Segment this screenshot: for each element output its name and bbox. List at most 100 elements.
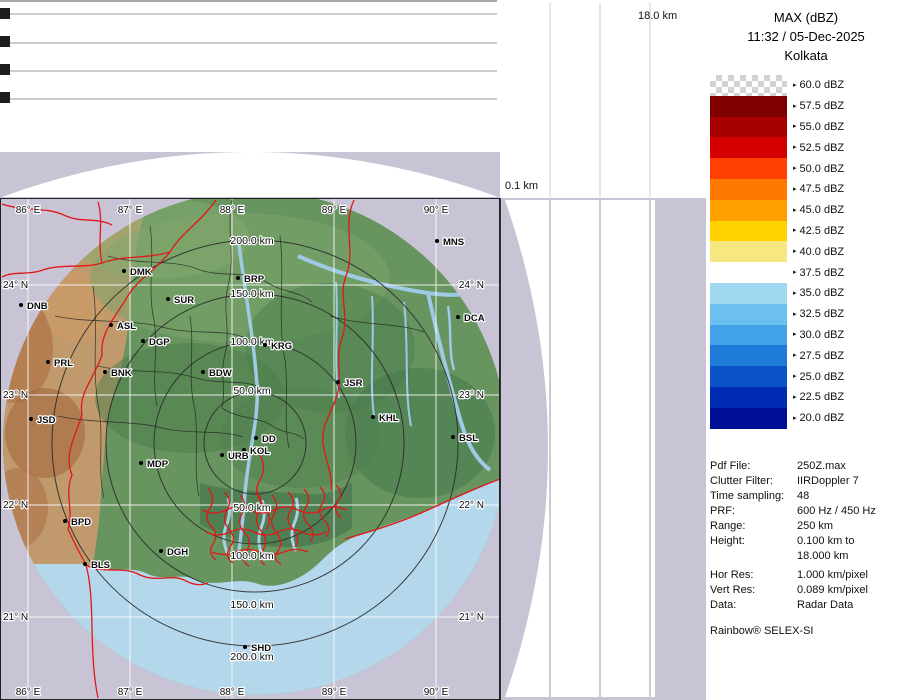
height-profile-top-panel: [0, 0, 500, 198]
dbz-label: 37.5 dBZ: [800, 267, 845, 279]
lon-label: 86° E: [16, 205, 41, 216]
tick-arrow-icon: ▸: [793, 227, 797, 234]
color-swatch: [710, 75, 787, 96]
colorbar-row: ▸27.5 dBZ: [710, 345, 902, 366]
info-label: [710, 549, 797, 564]
color-swatch: [710, 241, 787, 262]
tick-arrow-icon: ▸: [793, 144, 797, 151]
station-label: BRP: [244, 274, 265, 285]
station-dot: [103, 370, 107, 374]
height-axis-tick: [0, 92, 10, 103]
station-label: BNK: [111, 368, 132, 379]
station-dot: [63, 519, 67, 523]
station-dot: [201, 370, 205, 374]
lon-label: 90° E: [424, 205, 449, 216]
station-dot: [243, 645, 247, 649]
station-dot: [83, 562, 87, 566]
max-height-label: 18.0 km: [638, 10, 677, 22]
station-dot: [456, 315, 460, 319]
station-label: DGH: [167, 547, 188, 558]
dbz-label: 47.5 dBZ: [800, 183, 845, 195]
lon-label: 86° E: [16, 687, 41, 698]
dbz-label: 32.5 dBZ: [800, 308, 845, 320]
product-info-block: Pdf File:250Z.max Clutter Filter:IIRDopp…: [710, 459, 904, 639]
colorbar-row: ▸57.5 dBZ: [710, 96, 902, 117]
info-label: Time sampling:: [710, 489, 797, 504]
tick-arrow-icon: ▸: [793, 165, 797, 172]
dbz-label: 55.0 dBZ: [800, 121, 845, 133]
station-label: DGP: [149, 337, 170, 348]
station-dot: [263, 343, 267, 347]
ring-label: 150.0 km: [230, 599, 273, 611]
colorbar-row: ▸52.5 dBZ: [710, 137, 902, 158]
colorbar-row: ▸35.0 dBZ: [710, 283, 902, 304]
tick-arrow-icon: ▸: [793, 186, 797, 193]
dbz-label: 57.5 dBZ: [800, 100, 845, 112]
info-row: Clutter Filter:IIRDoppler 7: [710, 474, 904, 489]
colorbar-row: ▸22.5 dBZ: [710, 387, 902, 408]
color-swatch: [710, 408, 787, 429]
colorbar-row: ▸30.0 dBZ: [710, 325, 902, 346]
product-header: MAX (dBZ) 11:32 / 05-Dec-2025 Kolkata: [706, 8, 906, 65]
dbz-label: 52.5 dBZ: [800, 142, 845, 154]
height-axis-tick: [0, 8, 10, 19]
ring-label: 200.0 km: [230, 235, 273, 247]
tick-arrow-icon: ▸: [793, 352, 797, 359]
station-label: KHL: [379, 413, 399, 424]
radar-map: 200.0 km 150.0 km 100.0 km 50.0 km 50.0 …: [0, 198, 500, 700]
info-row: Height:0.100 km to: [710, 534, 904, 549]
station-dot: [159, 549, 163, 553]
lat-label: 23° N: [459, 390, 484, 401]
station-dot: [371, 415, 375, 419]
tick-arrow-icon: ▸: [793, 248, 797, 255]
dbz-label: 50.0 dBZ: [800, 163, 845, 175]
colorbar-row: ▸42.5 dBZ: [710, 221, 902, 242]
info-row: Pdf File:250Z.max: [710, 459, 904, 474]
tick-arrow-icon: ▸: [793, 311, 797, 318]
station-dot: [435, 239, 439, 243]
lon-label: 90° E: [424, 687, 449, 698]
station-label: DMK: [130, 267, 152, 278]
station-dot: [19, 303, 23, 307]
info-value: 250Z.max: [797, 459, 846, 474]
station-dot: [220, 453, 224, 457]
ring-label: 150.0 km: [230, 288, 273, 300]
dbz-label: 35.0 dBZ: [800, 287, 845, 299]
dbz-label: 60.0 dBZ: [800, 79, 845, 91]
lon-label: 89° E: [322, 687, 347, 698]
dbz-colorbar: ▸60.0 dBZ ▸57.5 dBZ ▸55.0 dBZ ▸52.5 dBZ …: [710, 75, 902, 429]
info-value: IIRDoppler 7: [797, 474, 859, 489]
colorbar-row: ▸47.5 dBZ: [710, 179, 902, 200]
dbz-label: 22.5 dBZ: [800, 391, 845, 403]
station-label: BSL: [459, 433, 478, 444]
lat-label: 24° N: [459, 280, 484, 291]
color-swatch: [710, 345, 787, 366]
station-label: DCA: [464, 313, 485, 324]
station-label: BDW: [209, 368, 232, 379]
station-label: ASL: [117, 321, 136, 332]
color-swatch: [710, 96, 787, 117]
lon-label: 87° E: [118, 205, 143, 216]
station-label: JSR: [344, 378, 363, 389]
station-label: DNB: [27, 301, 48, 312]
dbz-label: 20.0 dBZ: [800, 412, 845, 424]
colorbar-row: ▸32.5 dBZ: [710, 304, 902, 325]
station-dot: [29, 417, 33, 421]
colorbar-row: ▸20.0 dBZ: [710, 408, 902, 429]
info-row: PRF:600 Hz / 450 Hz: [710, 504, 904, 519]
station-label: BLS: [91, 560, 110, 571]
color-swatch: [710, 325, 787, 346]
info-row: Data:Radar Data: [710, 598, 904, 613]
station-dot: [139, 461, 143, 465]
info-row: Range:250 km: [710, 519, 904, 534]
radar-site-name: Kolkata: [706, 46, 906, 65]
lon-label: 88° E: [220, 205, 245, 216]
height-axis-tick: [0, 36, 10, 47]
info-value: 250 km: [797, 519, 833, 534]
station-dot: [46, 360, 50, 364]
dbz-label: 30.0 dBZ: [800, 329, 845, 341]
height-axis-tick: [0, 64, 10, 75]
lon-label: 89° E: [322, 205, 347, 216]
colorbar-row: ▸50.0 dBZ: [710, 158, 902, 179]
tick-arrow-icon: ▸: [793, 290, 797, 297]
